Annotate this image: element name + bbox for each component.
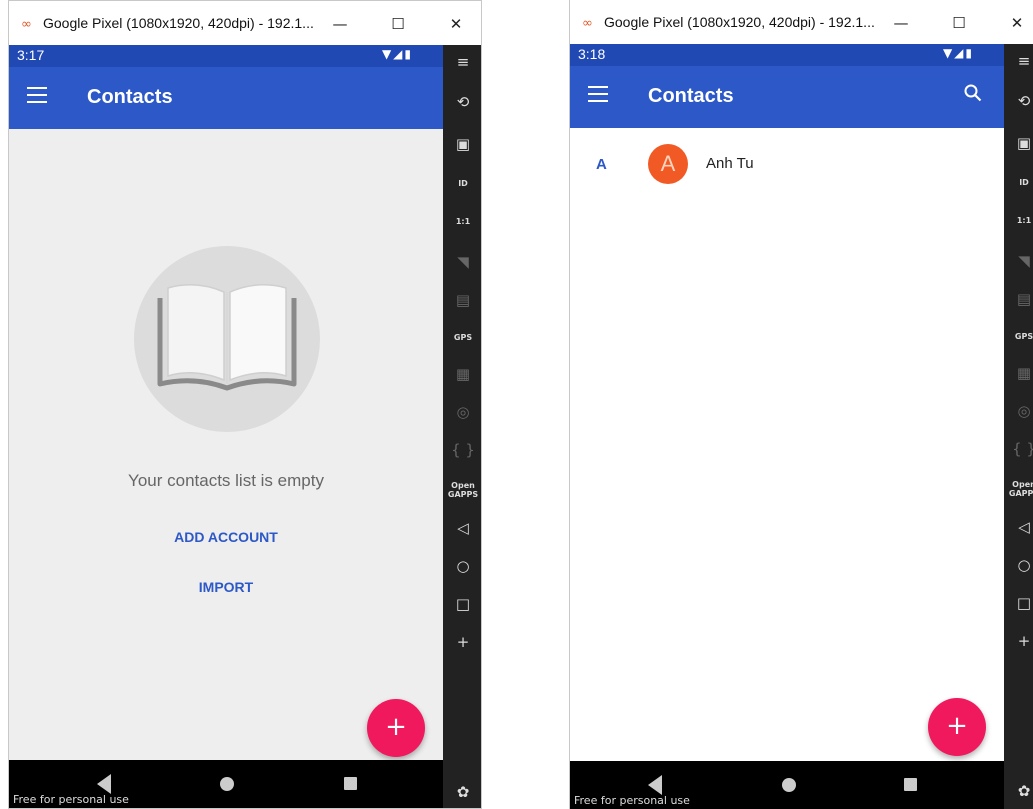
emulator-toolbar: ≡ ⟲ ▣ ID 1:1 ◥ ▤ GPS ▦ ◎ { } Open GAPPS … [1004,44,1033,809]
nav-back-icon[interactable] [648,775,662,795]
add-contact-fab[interactable]: + [367,699,425,757]
broadcast-icon[interactable]: ◥ [443,253,481,271]
android-nav-bar: Free for personal use [570,761,1004,809]
nav-home-icon[interactable] [220,777,234,791]
status-bar: 3:17 ▼◢▮ [9,45,443,67]
open-book-icon [157,284,297,391]
pixel-perfect-icon[interactable]: 1:1 [1004,216,1033,225]
screen-record-icon[interactable]: ▣ [1004,134,1033,152]
empty-message: Your contacts list is empty [128,471,324,490]
nav-recents-icon[interactable] [344,777,357,790]
video-icon[interactable]: ▦ [443,365,481,383]
window-titlebar: ∞ Google Pixel (1080x1920, 420dpi) - 192… [570,0,1033,44]
fingerprint-icon[interactable]: ◎ [443,403,481,421]
id-icon[interactable]: ID [443,179,481,188]
window-title: Google Pixel (1080x1920, 420dpi) - 192.1… [43,15,314,31]
android-nav-bar: Free for personal use [9,760,443,808]
screen-record-icon[interactable]: ▣ [443,135,481,153]
right-emulator-window: ∞ Google Pixel (1080x1920, 420dpi) - 192… [569,0,1033,809]
status-time: 3:17 [17,47,45,63]
code-icon[interactable]: { } [1004,440,1033,458]
contact-name: Anh Tu [706,155,754,172]
plus-icon[interactable]: + [443,633,481,651]
app-title: Contacts [87,86,173,108]
hamburger-menu-icon[interactable] [588,86,608,102]
minimize-button[interactable]: — [325,11,355,37]
emulator-toolbar: ≡ ⟲ ▣ ID 1:1 ◥ ▤ GPS ▦ ◎ { } Open GAPPS … [443,45,481,808]
sd-card-icon[interactable]: ▤ [1004,290,1033,308]
back-icon[interactable]: ◁ [1004,518,1033,536]
status-bar: 3:18 ▼◢▮ [570,44,1004,66]
contact-avatar: A [648,144,688,184]
phone-screen: 3:17 ▼◢▮ Contacts Your contacts list is … [9,45,443,808]
gps-icon[interactable]: GPS [443,333,481,342]
license-notice: Free for personal use [574,794,690,807]
genymotion-logo-icon: ∞ [21,17,32,32]
close-button[interactable]: ✕ [441,11,471,37]
rotate-icon[interactable]: ⟲ [1004,92,1033,110]
contact-row[interactable]: A A Anh Tu [570,142,1004,186]
id-icon[interactable]: ID [1004,178,1033,187]
nav-home-icon[interactable] [782,778,796,792]
video-icon[interactable]: ▦ [1004,364,1033,382]
maximize-button[interactable]: ☐ [383,11,413,37]
add-account-button[interactable]: ADD ACCOUNT [9,529,443,545]
home-icon[interactable]: ○ [1004,556,1033,574]
phone-screen: 3:18 ▼◢▮ Contacts A A Anh Tu + Free for … [570,44,1004,809]
recents-icon[interactable]: □ [1004,594,1033,612]
nav-recents-icon[interactable] [904,778,917,791]
home-icon[interactable]: ○ [443,557,481,575]
minimize-button[interactable]: — [886,10,916,36]
recents-icon[interactable]: □ [443,595,481,613]
settings-icon[interactable]: ✿ [443,783,481,801]
app-title: Contacts [648,85,734,107]
sd-card-icon[interactable]: ▤ [443,291,481,309]
search-icon[interactable] [964,84,982,102]
app-bar: Contacts [9,67,443,129]
empty-book-illustration [134,246,320,432]
hamburger-menu-icon[interactable] [27,87,47,103]
status-time: 3:18 [578,46,606,62]
gps-icon[interactable]: GPS [1004,332,1033,341]
open-gapps-icon[interactable]: Open GAPPS [443,481,481,499]
status-icons: ▼◢▮ [942,46,974,60]
pixel-perfect-icon[interactable]: 1:1 [443,217,481,226]
menu-icon[interactable]: ≡ [443,53,481,71]
nav-back-icon[interactable] [97,774,111,794]
status-icons: ▼◢▮ [381,47,413,61]
genymotion-logo-icon: ∞ [582,16,593,31]
broadcast-icon[interactable]: ◥ [1004,252,1033,270]
license-notice: Free for personal use [13,793,129,806]
settings-icon[interactable]: ✿ [1004,782,1033,800]
plus-icon[interactable]: + [1004,632,1033,650]
app-bar: Contacts [570,66,1004,128]
contacts-list: A A Anh Tu + [570,128,1004,761]
fingerprint-icon[interactable]: ◎ [1004,402,1033,420]
window-titlebar: ∞ Google Pixel (1080x1920, 420dpi) - 192… [9,1,481,45]
maximize-button[interactable]: ☐ [944,10,974,36]
rotate-icon[interactable]: ⟲ [443,93,481,111]
left-emulator-window: ∞ Google Pixel (1080x1920, 420dpi) - 192… [8,0,482,809]
window-title: Google Pixel (1080x1920, 420dpi) - 192.1… [604,14,875,30]
import-button[interactable]: IMPORT [9,579,443,595]
code-icon[interactable]: { } [443,441,481,459]
contacts-empty-state: Your contacts list is empty ADD ACCOUNT … [9,129,443,760]
section-letter: A [596,156,607,173]
open-gapps-icon[interactable]: Open GAPPS [1004,480,1033,498]
close-button[interactable]: ✕ [1002,10,1032,36]
back-icon[interactable]: ◁ [443,519,481,537]
add-contact-fab[interactable]: + [928,698,986,756]
menu-icon[interactable]: ≡ [1004,52,1033,70]
